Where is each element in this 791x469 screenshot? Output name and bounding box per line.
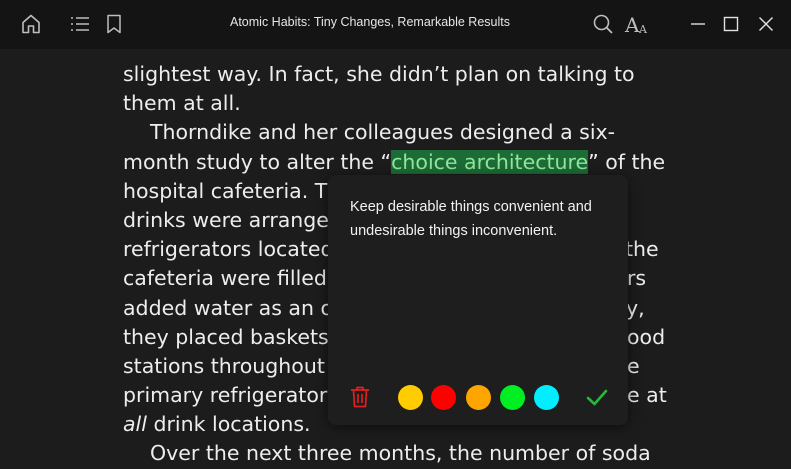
text-fragment: primary refrigerator <box>123 383 328 408</box>
text-fragment: added water as an o <box>123 295 334 320</box>
text-fragment: refrigerators located <box>123 237 334 262</box>
svg-text:A: A <box>624 13 640 36</box>
maximize-icon[interactable] <box>719 12 743 36</box>
bookmark-icon[interactable] <box>102 12 126 36</box>
home-icon[interactable] <box>19 12 43 36</box>
toc-icon[interactable] <box>68 12 92 36</box>
title-bar: Atomic Habits: Tiny Changes, Remarkable … <box>0 0 791 49</box>
text-fragment: cafeteria were filled <box>123 266 327 291</box>
font-settings-icon[interactable]: AA <box>624 12 652 36</box>
text-line: slightest way. In fact, she didn’t plan … <box>123 62 635 86</box>
confirm-check-icon[interactable] <box>585 387 609 409</box>
text-fragment: the <box>625 237 659 262</box>
highlight-note-popup: Keep desirable things convenient and und… <box>328 175 628 425</box>
svg-text:A: A <box>638 23 648 36</box>
text-line: month study to alter the “choice archite… <box>123 148 683 177</box>
text-fragment: they placed baskets <box>123 324 329 349</box>
text-fragment: ” of the <box>588 149 666 174</box>
text-fragment: e at <box>627 383 667 408</box>
text-line: them at all. <box>123 91 241 116</box>
color-cyan-swatch[interactable] <box>534 385 559 410</box>
minimize-icon[interactable] <box>686 12 710 36</box>
text-fragment: drink locations. <box>146 412 311 437</box>
text-fragment: stations throughout <box>123 353 325 378</box>
highlighted-text[interactable]: choice architecture <box>391 149 589 174</box>
close-icon[interactable] <box>754 12 778 36</box>
color-red-swatch[interactable] <box>431 385 456 410</box>
text-fragment: y, <box>626 295 645 320</box>
note-text[interactable]: Keep desirable things convenient and und… <box>350 195 610 243</box>
text-line: Over the next three months, the number o… <box>150 441 651 466</box>
text-line: Thorndike and her colleagues designed a … <box>150 120 616 145</box>
color-yellow-swatch[interactable] <box>398 385 423 410</box>
text-fragment: e <box>627 353 640 378</box>
text-fragment: ood <box>627 324 666 349</box>
delete-highlight-icon[interactable] <box>349 385 371 409</box>
color-green-swatch[interactable] <box>500 385 525 410</box>
text-fragment: rs <box>627 266 647 291</box>
color-orange-swatch[interactable] <box>466 385 491 410</box>
search-icon[interactable] <box>591 12 615 36</box>
text-fragment: month study to alter the “ <box>123 149 392 174</box>
emphasis-text: all <box>123 412 147 437</box>
book-title: Atomic Habits: Tiny Changes, Remarkable … <box>230 15 510 29</box>
